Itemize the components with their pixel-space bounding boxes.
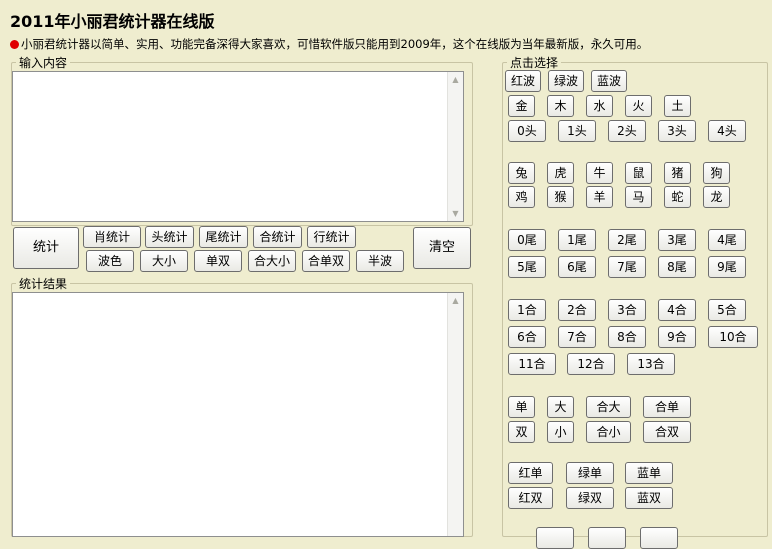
pick-element[interactable]: 土 [664, 95, 691, 117]
pick-zodiac[interactable]: 狗 [703, 162, 730, 184]
pick-tail[interactable]: 0尾 [508, 229, 546, 251]
pick-sum[interactable]: 11合 [508, 353, 556, 375]
pick-wave-green[interactable]: 绿波 [548, 70, 584, 92]
result-legend: 统计结果 [19, 277, 68, 291]
intro-text: 小丽君统计器以简单、实用、功能完备深得大家喜欢，可惜软件版只能用到2009年，这… [10, 36, 770, 52]
pick-odd-even[interactable]: 合小 [586, 421, 631, 443]
pick-tail[interactable]: 7尾 [608, 256, 646, 278]
page-title: 2011年小丽君统计器在线版 [10, 12, 215, 31]
pick-color-odd-even[interactable]: 红双 [508, 487, 553, 509]
pick-sum[interactable]: 7合 [558, 326, 596, 348]
result-textarea[interactable]: ▲ [12, 292, 464, 537]
pick-zodiac[interactable]: 羊 [586, 186, 613, 208]
pick-tail[interactable]: 9尾 [708, 256, 746, 278]
pick-element[interactable]: 水 [586, 95, 613, 117]
pick-color-odd-even[interactable]: 绿单 [566, 462, 614, 484]
result-scrollbar[interactable]: ▲ [447, 293, 463, 536]
red-dot-icon [10, 40, 19, 49]
odd-even-button[interactable]: 单双 [194, 250, 242, 272]
pick-color-odd-even[interactable]: 红单 [508, 462, 553, 484]
pick-head[interactable]: 3头 [658, 120, 696, 142]
pick-color-odd-even[interactable]: 绿双 [566, 487, 614, 509]
pick-zodiac[interactable]: 兔 [508, 162, 535, 184]
pick-sum[interactable]: 13合 [627, 353, 675, 375]
sum-stat-button[interactable]: 合统计 [253, 226, 302, 248]
stat-button[interactable]: 统计 [13, 227, 79, 269]
pick-odd-even[interactable]: 小 [547, 421, 574, 443]
pick-tail[interactable]: 8尾 [658, 256, 696, 278]
pick-more-button[interactable] [640, 527, 678, 549]
pick-element[interactable]: 木 [547, 95, 574, 117]
pick-wave-red[interactable]: 红波 [505, 70, 541, 92]
tail-stat-button[interactable]: 尾统计 [199, 226, 248, 248]
scroll-up-icon[interactable]: ▲ [448, 72, 463, 87]
sum-odd-even-button[interactable]: 合单双 [302, 250, 350, 272]
size-button[interactable]: 大小 [140, 250, 188, 272]
zodiac-stat-button[interactable]: 肖统计 [83, 226, 141, 248]
pick-tail[interactable]: 5尾 [508, 256, 546, 278]
pick-sum[interactable]: 3合 [608, 299, 646, 321]
pick-zodiac[interactable]: 蛇 [664, 186, 691, 208]
pick-tail[interactable]: 1尾 [558, 229, 596, 251]
pick-zodiac[interactable]: 虎 [547, 162, 574, 184]
pick-sum[interactable]: 2合 [558, 299, 596, 321]
pick-color-odd-even[interactable]: 蓝双 [625, 487, 673, 509]
pick-tail[interactable]: 3尾 [658, 229, 696, 251]
pick-odd-even[interactable]: 合单 [643, 396, 691, 418]
pick-odd-even[interactable]: 大 [547, 396, 574, 418]
pick-sum[interactable]: 1合 [508, 299, 546, 321]
element-stat-button[interactable]: 行统计 [307, 226, 356, 248]
sum-size-button[interactable]: 合大小 [248, 250, 296, 272]
pick-more-button[interactable] [588, 527, 626, 549]
pick-head[interactable]: 1头 [558, 120, 596, 142]
pick-sum[interactable]: 10合 [708, 326, 758, 348]
pick-odd-even[interactable]: 双 [508, 421, 535, 443]
pick-tail[interactable]: 2尾 [608, 229, 646, 251]
pick-element[interactable]: 火 [625, 95, 652, 117]
pick-head[interactable]: 4头 [708, 120, 746, 142]
pick-odd-even[interactable]: 合双 [643, 421, 691, 443]
input-legend: 输入内容 [19, 56, 68, 70]
head-stat-button[interactable]: 头统计 [145, 226, 194, 248]
pick-more-button[interactable] [536, 527, 574, 549]
scroll-down-icon[interactable]: ▼ [448, 206, 463, 221]
intro-label: 小丽君统计器以简单、实用、功能完备深得大家喜欢，可惜软件版只能用到2009年，这… [21, 37, 649, 51]
input-scrollbar[interactable]: ▲ ▼ [447, 72, 463, 221]
pick-head[interactable]: 2头 [608, 120, 646, 142]
input-textarea[interactable]: ▲ ▼ [12, 71, 464, 222]
pick-wave-blue[interactable]: 蓝波 [591, 70, 627, 92]
pick-odd-even[interactable]: 单 [508, 396, 535, 418]
pick-sum[interactable]: 6合 [508, 326, 546, 348]
pick-sum[interactable]: 5合 [708, 299, 746, 321]
pick-tail[interactable]: 6尾 [558, 256, 596, 278]
pick-legend: 点击选择 [510, 56, 559, 70]
wave-color-button[interactable]: 波色 [86, 250, 134, 272]
pick-element[interactable]: 金 [508, 95, 535, 117]
pick-color-odd-even[interactable]: 蓝单 [625, 462, 673, 484]
pick-zodiac[interactable]: 牛 [586, 162, 613, 184]
clear-button[interactable]: 清空 [413, 227, 471, 269]
pick-sum[interactable]: 9合 [658, 326, 696, 348]
pick-odd-even[interactable]: 合大 [586, 396, 631, 418]
pick-head[interactable]: 0头 [508, 120, 546, 142]
pick-zodiac[interactable]: 龙 [703, 186, 730, 208]
pick-sum[interactable]: 8合 [608, 326, 646, 348]
pick-tail[interactable]: 4尾 [708, 229, 746, 251]
scroll-up-icon[interactable]: ▲ [448, 293, 463, 308]
pick-zodiac[interactable]: 鼠 [625, 162, 652, 184]
pick-zodiac[interactable]: 猪 [664, 162, 691, 184]
pick-zodiac[interactable]: 鸡 [508, 186, 535, 208]
pick-zodiac[interactable]: 猴 [547, 186, 574, 208]
pick-sum[interactable]: 12合 [567, 353, 615, 375]
half-wave-button[interactable]: 半波 [356, 250, 404, 272]
pick-sum[interactable]: 4合 [658, 299, 696, 321]
pick-zodiac[interactable]: 马 [625, 186, 652, 208]
